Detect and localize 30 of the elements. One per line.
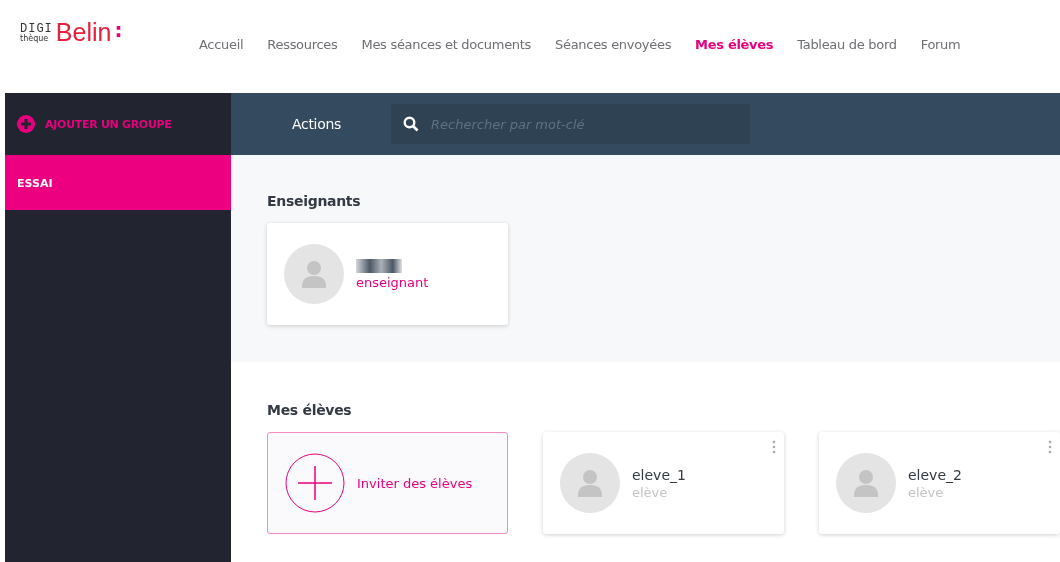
member-role: enseignant: [356, 274, 429, 290]
add-group-button[interactable]: AJOUTER UN GROUPE: [5, 93, 231, 155]
more-icon[interactable]: [1048, 440, 1052, 454]
nav-link[interactable]: Accueil: [187, 37, 256, 52]
section-heading: Mes élèves: [267, 402, 353, 418]
logo-text: DIGI: [20, 22, 53, 35]
actions-button[interactable]: Actions: [286, 115, 348, 133]
plus-circle-icon: [17, 115, 36, 133]
search-icon: [403, 116, 420, 132]
logo-subtext: thèque: [20, 34, 50, 43]
section-heading: Enseignants: [267, 193, 362, 209]
nav-link[interactable]: Tableau de bord: [785, 37, 909, 52]
nav-link[interactable]: Forum: [908, 37, 973, 52]
nav-link[interactable]: Ressources: [255, 37, 350, 52]
logo-mark: :: [114, 18, 123, 42]
nav-link[interactable]: Séances envoyées: [543, 37, 684, 52]
more-icon[interactable]: [772, 440, 776, 454]
avatar-icon: [836, 453, 896, 513]
member-role: elève: [908, 484, 945, 500]
nav-link[interactable]: Mes élèves: [683, 37, 786, 52]
nav-link[interactable]: Mes séances et documents: [349, 37, 544, 52]
group-item[interactable]: ESSAI: [5, 155, 231, 210]
student-name: eleve_1: [632, 466, 686, 483]
member-role: elève: [632, 484, 669, 500]
student-name: eleve_2: [908, 466, 962, 483]
logo-brand: Belin: [55, 18, 112, 47]
invite-students-button[interactable]: Inviter des élèves: [267, 432, 508, 534]
avatar-icon: [284, 244, 344, 304]
plus-circle-icon: [285, 453, 345, 513]
avatar-icon: [560, 453, 620, 513]
